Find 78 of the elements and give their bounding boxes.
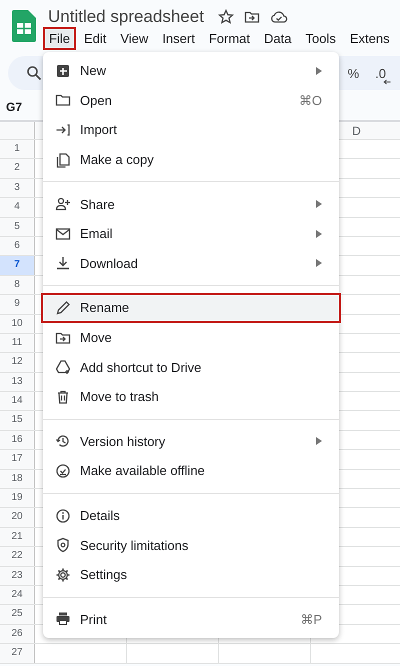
row-header[interactable]: 19: [0, 489, 35, 508]
shield-icon: [55, 537, 71, 554]
menu-bar-item[interactable]: File: [43, 27, 76, 50]
row-header[interactable]: 9: [0, 295, 35, 314]
row-header[interactable]: 10: [0, 314, 35, 333]
star-icon[interactable]: [218, 8, 234, 24]
search-icon[interactable]: [26, 65, 42, 81]
row-header[interactable]: 17: [0, 450, 35, 469]
row-header[interactable]: 15: [0, 411, 35, 430]
row-header[interactable]: 11: [0, 334, 35, 352]
row-header[interactable]: 26: [0, 624, 35, 644]
envelope-icon: [55, 226, 71, 242]
menu-item[interactable]: Make available offline: [41, 456, 341, 486]
row-header[interactable]: 24: [0, 586, 35, 604]
row-header[interactable]: 4: [0, 198, 35, 217]
row-header[interactable]: 6: [0, 236, 35, 256]
menu-item[interactable]: Add shortcut to Drive: [41, 352, 341, 382]
printer-icon: [55, 611, 71, 628]
shortcut-text: ⌘P: [300, 612, 322, 627]
row-header[interactable]: 18: [0, 470, 35, 488]
menu-bar-item[interactable]: Format: [202, 27, 256, 50]
trash-icon: [55, 388, 71, 405]
menu-item[interactable]: Security limitations: [41, 530, 341, 560]
row-header[interactable]: 25: [0, 605, 35, 624]
row-header[interactable]: 20: [0, 508, 35, 527]
menu-bar-item[interactable]: Data: [258, 27, 298, 50]
row-header[interactable]: 2: [0, 159, 35, 178]
offline-icon: [55, 462, 71, 479]
menu-item[interactable]: Email: [41, 218, 341, 249]
menu-item[interactable]: Move: [41, 322, 341, 352]
menu-item[interactable]: Settings: [41, 560, 341, 590]
menu-bar-item[interactable]: Extens: [344, 27, 396, 50]
menu-bar-item[interactable]: Insert: [156, 27, 201, 50]
row-header[interactable]: 7: [0, 256, 35, 275]
history-icon: [55, 433, 71, 450]
row-header[interactable]: 22: [0, 547, 35, 566]
menu-item[interactable]: Share: [41, 189, 341, 219]
row-header[interactable]: 23: [0, 566, 35, 585]
pencil-icon: [55, 300, 71, 316]
row-header[interactable]: 1: [0, 140, 35, 158]
row-header[interactable]: 5: [0, 218, 35, 236]
left-arrow-icon: [383, 78, 392, 84]
folder-icon: [55, 92, 71, 108]
copy-icon: [55, 152, 71, 168]
decrease-decimal-button[interactable]: .0: [375, 66, 386, 80]
menu-bar-item[interactable]: View: [114, 27, 154, 50]
row-header[interactable]: 16: [0, 430, 35, 450]
add-person-icon: [55, 196, 71, 212]
cloud-check-icon[interactable]: [270, 8, 288, 24]
menu-bar-item[interactable]: Tools: [299, 27, 342, 50]
new-icon: [55, 62, 71, 79]
menu-item[interactable]: Details: [41, 500, 341, 530]
row-header[interactable]: 13: [0, 372, 35, 392]
row-header[interactable]: 27: [0, 644, 35, 663]
menu-item[interactable]: Download: [41, 248, 341, 278]
settings-icon: [55, 566, 71, 583]
row-header[interactable]: 14: [0, 392, 35, 410]
row-header[interactable]: 3: [0, 178, 35, 198]
import-icon: [55, 122, 71, 138]
row-header[interactable]: 21: [0, 528, 35, 546]
download-icon: [55, 255, 71, 272]
document-title[interactable]: Untitled spreadsheet: [48, 6, 204, 26]
shortcut-text: ⌘O: [298, 92, 322, 108]
menu-item[interactable]: Print ⌘P: [41, 604, 341, 634]
menu-item[interactable]: Move to trash: [41, 382, 341, 412]
sheets-logo-icon[interactable]: [12, 10, 36, 42]
menu-item[interactable]: Make a copy: [41, 144, 341, 174]
row-header[interactable]: 8: [0, 276, 35, 294]
drive-shortcut-icon: [55, 359, 71, 376]
percent-format-button[interactable]: %: [348, 66, 360, 80]
info-icon: [55, 508, 71, 524]
menu-item[interactable]: New: [41, 56, 341, 86]
menu-item[interactable]: Open ⌘O: [41, 86, 341, 116]
menu-item[interactable]: Rename: [41, 293, 341, 323]
name-box[interactable]: G7: [6, 100, 22, 114]
row-header[interactable]: 12: [0, 353, 35, 372]
menu-item[interactable]: Version history: [41, 426, 341, 456]
menu-bar-item[interactable]: Edit: [78, 27, 112, 50]
